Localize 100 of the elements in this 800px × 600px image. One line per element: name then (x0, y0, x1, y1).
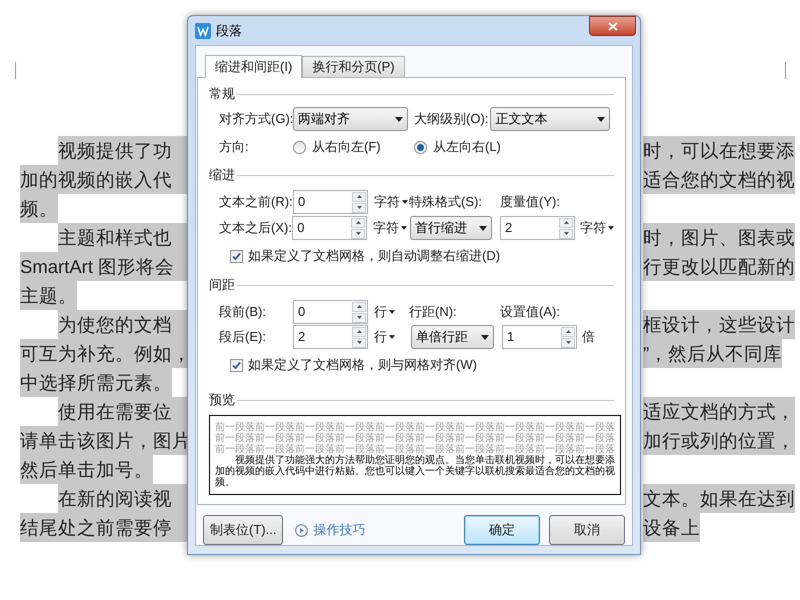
spin-down-button[interactable] (561, 338, 575, 348)
caret-icon (401, 226, 408, 230)
document-text: 加行或列的位置， (643, 426, 795, 455)
section-heading: 缩进 (209, 166, 236, 184)
caret-icon (597, 116, 606, 122)
spin-down-button[interactable] (352, 202, 366, 213)
up-arrow-icon (356, 195, 362, 198)
spin-up-button[interactable] (351, 218, 366, 228)
field-label: 大纲级别(O): (414, 110, 490, 128)
number-field[interactable]: 1 (502, 325, 577, 350)
document-text: 设备上 (643, 513, 700, 542)
down-arrow-icon (356, 232, 361, 236)
tab[interactable]: 缩进和间距(I) (205, 55, 302, 78)
radio-button[interactable] (293, 140, 306, 154)
document-text: 时，可以在想要添 (643, 136, 795, 165)
document-text: 适合您的文档的视 (643, 165, 795, 194)
caret-icon (402, 200, 408, 204)
section-heading: 间距 (209, 276, 236, 294)
spin-down-button[interactable] (352, 338, 366, 348)
field-label: 方向: (219, 138, 250, 156)
document-text: 为使您的文档 (58, 310, 187, 339)
section-heading: 预览 (209, 391, 236, 410)
close-button[interactable] (589, 16, 636, 36)
spin-up-button[interactable] (559, 218, 574, 228)
document-text: 框设计，这些设计 (643, 310, 795, 339)
document-text: 主题和样式也 (58, 223, 187, 252)
dropdown[interactable]: 正文文本 (490, 107, 610, 132)
document-text: 在新的阅读视 (58, 484, 187, 513)
dropdown[interactable]: 单倍行距 (411, 325, 494, 350)
field-label: 段前(B): (219, 303, 267, 322)
preview-previous-text: 前一段落前一段落前一段落前一段落前一段落前一段落前一段落前一段落前一段落前一段落 (215, 422, 615, 434)
spin-up-button[interactable] (352, 192, 366, 202)
radio-button[interactable] (414, 140, 427, 154)
down-arrow-icon (566, 341, 570, 344)
field-label: 设置值(A): (500, 303, 561, 322)
unit-dropdown[interactable]: 字符 (580, 218, 614, 238)
document-text: 适应文档的方式， (643, 397, 795, 426)
caret-icon (481, 334, 489, 340)
app-logo-icon (195, 22, 211, 39)
field-label: 对齐方式(G): (219, 110, 293, 128)
dropdown[interactable]: 首行缩进 (410, 216, 492, 240)
document-text: ”，然后从不同库 (643, 339, 782, 368)
close-icon (608, 22, 618, 30)
document-text: 频。 (20, 194, 58, 223)
spin-up-button[interactable] (352, 326, 366, 337)
spin-down-button[interactable] (559, 228, 574, 239)
field-label: 度量值(Y): (500, 193, 561, 212)
up-arrow-icon (564, 221, 569, 224)
document-text: SmartArt 图形将会 (20, 252, 187, 281)
document-text: 文本。如果在达到 (643, 484, 795, 513)
field-label: 段后(E): (219, 328, 267, 346)
checkbox[interactable] (230, 250, 243, 263)
down-arrow-icon (564, 232, 569, 236)
down-arrow-icon (356, 341, 362, 344)
document-text: 中选择所需元素。 (20, 368, 172, 397)
spin-down-button[interactable] (352, 312, 366, 323)
preview-previous-text: 前一段落前一段落前一段落前一段落前一段落前一段落前一段落前一段落前一段落前一段落 (215, 444, 615, 456)
number-field[interactable]: 2 (500, 216, 576, 240)
tab[interactable]: 换行和分页(P) (302, 56, 405, 78)
down-arrow-icon (356, 206, 362, 210)
up-arrow-icon (566, 330, 570, 334)
document-text: 视频提供了功 (58, 136, 187, 165)
spin-down-button[interactable] (351, 228, 366, 239)
spin-up-button[interactable] (352, 302, 366, 312)
dropdown[interactable]: 两端对齐 (293, 107, 408, 132)
field-label: 特殊格式(S): (409, 193, 483, 212)
section-heading: 常规 (209, 85, 236, 104)
unit-label: 倍 (582, 328, 595, 346)
tips-link[interactable]: 操作技巧 (313, 520, 366, 540)
unit-dropdown[interactable]: 行 (374, 327, 395, 347)
up-arrow-icon (356, 330, 362, 334)
field-label: 文本之前(R): (219, 193, 293, 212)
page-margin-mark (785, 62, 786, 79)
field-label: 文本之后(X): (219, 219, 292, 238)
checkbox-label: 如果定义了文档网格，则自动调整右缩进(D) (248, 247, 500, 266)
preview-previous-text: 前一段落前一段落前一段落前一段落前一段落前一段落前一段落前一段落前一段落前一段落 (215, 433, 615, 444)
number-field[interactable]: 0 (292, 216, 368, 240)
field-label: 行距(N): (409, 303, 458, 322)
ok-button[interactable]: 确定 (464, 515, 540, 546)
document-text: 然后单击加号。 (20, 455, 153, 484)
document-text: 结尾处之前需要停 (20, 513, 187, 542)
unit-dropdown[interactable]: 字符 (374, 192, 408, 212)
unit-dropdown[interactable]: 行 (374, 302, 395, 322)
document-text: 使用在需要位 (58, 397, 187, 426)
up-arrow-icon (356, 221, 361, 224)
number-field[interactable]: 0 (293, 190, 368, 214)
caret-icon (389, 335, 395, 340)
number-field[interactable]: 0 (293, 300, 368, 324)
caret-icon (479, 226, 488, 231)
number-field[interactable]: 2 (293, 325, 368, 350)
document-text: 时，图片、图表或 (643, 223, 795, 252)
spin-up-button[interactable] (561, 326, 575, 337)
play-circle-icon (295, 524, 308, 537)
unit-dropdown[interactable]: 字符 (373, 218, 408, 238)
cancel-button[interactable]: 取消 (549, 515, 625, 546)
document-text: 行更改以匹配新的 (643, 252, 795, 281)
checkbox[interactable] (230, 358, 243, 372)
caret-icon (389, 310, 395, 314)
radio-label: 从右向左(F) (312, 138, 381, 156)
tab-stops-button[interactable]: 制表位(T)... (203, 515, 284, 546)
